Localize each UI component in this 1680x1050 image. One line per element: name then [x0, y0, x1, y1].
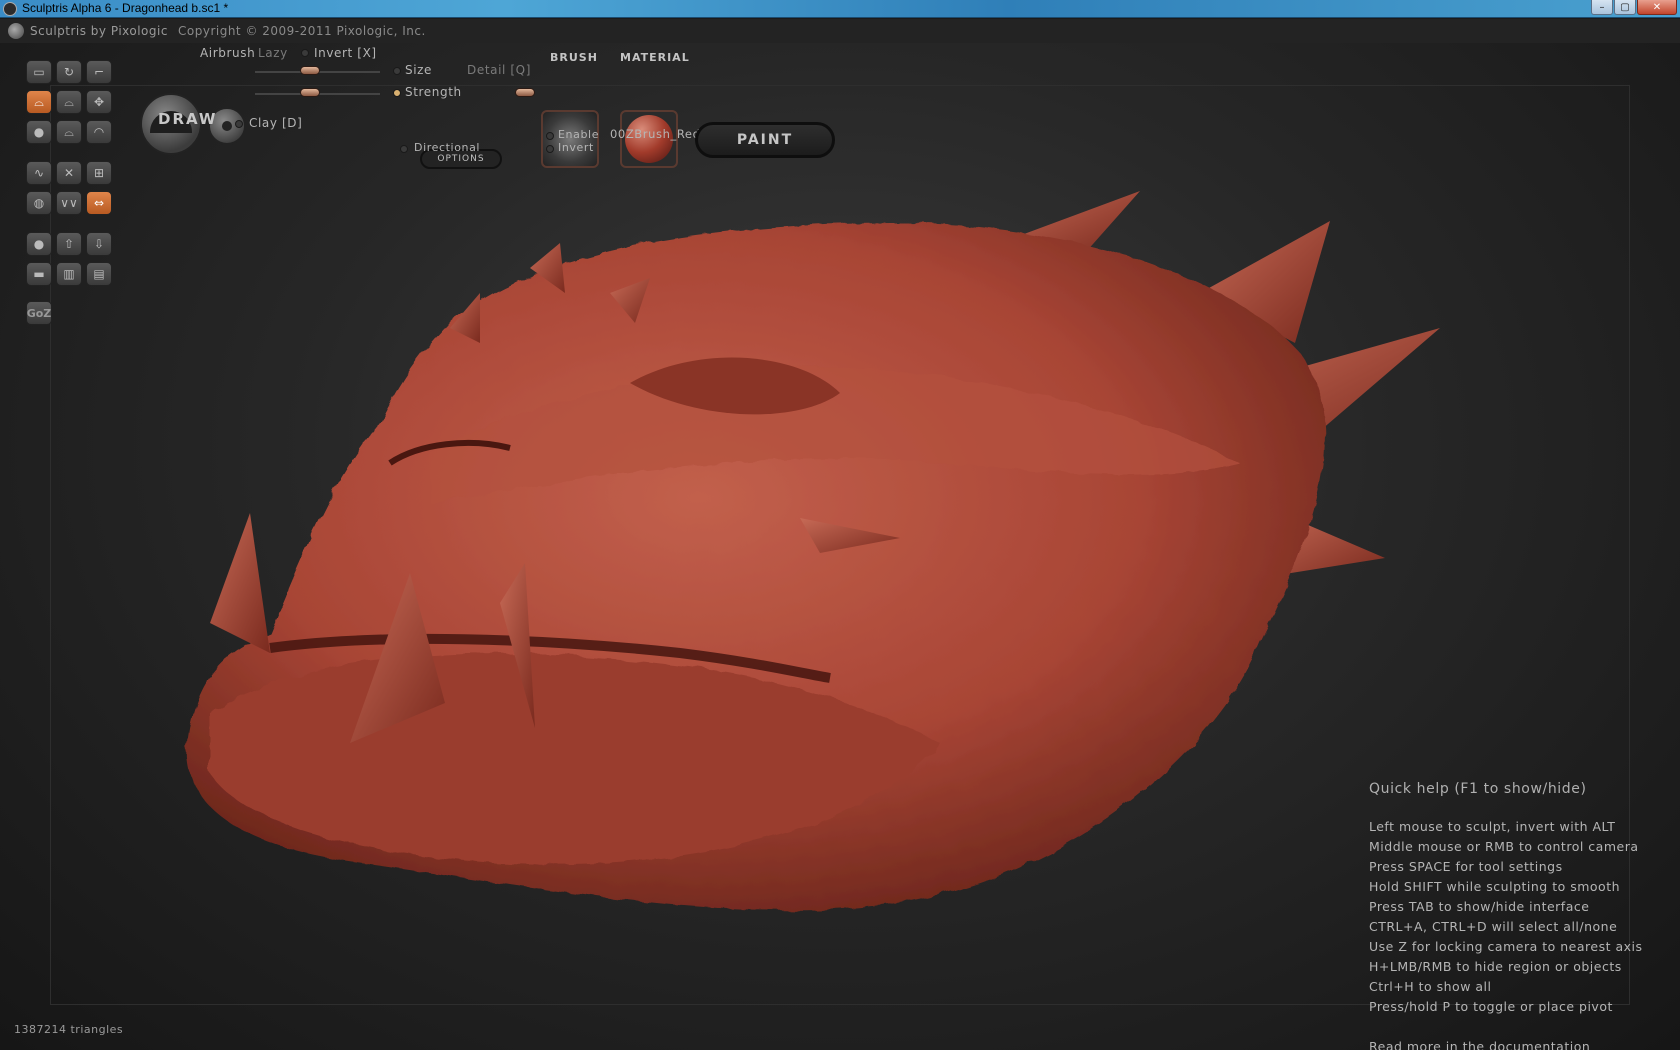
quick-help-line: Middle mouse or RMB to control camera	[1369, 839, 1639, 854]
material-heading: MATERIAL	[620, 51, 690, 64]
brush-invert-radio[interactable]	[546, 145, 554, 153]
clay-label: Clay [D]	[249, 116, 303, 130]
quick-help-title: Quick help (F1 to show/hide)	[1369, 781, 1587, 797]
triangle-count: 1387214 triangles	[14, 1023, 124, 1036]
tool-symmetry-button[interactable]: ∿	[26, 161, 52, 185]
invert-label: Invert [X]	[314, 46, 377, 60]
tool-scale-button[interactable]: ⇔	[86, 191, 112, 215]
quick-help-line: Press/hold P to toggle or place pivot	[1369, 999, 1613, 1014]
quick-help-line: Press SPACE for tool settings	[1369, 859, 1563, 874]
tool-wave-button[interactable]: ◍	[26, 191, 52, 215]
quick-help-line: H+LMB/RMB to hide region or objects	[1369, 959, 1622, 974]
brush-invert-label: Invert	[558, 141, 594, 154]
tool-rotate-button[interactable]: ↻	[56, 60, 82, 84]
pixologic-logo-icon	[8, 23, 24, 39]
invert-radio[interactable]	[301, 49, 309, 57]
tool-save-button[interactable]: ▥	[56, 262, 82, 286]
goz-button[interactable]: GoZ	[26, 301, 52, 325]
tool-draw-button[interactable]: ⌓	[26, 90, 52, 114]
maximize-button[interactable]: ▢	[1614, 0, 1636, 15]
quick-help-line: Left mouse to sculpt, invert with ALT	[1369, 819, 1616, 834]
detail-label: Detail [Q]	[467, 63, 531, 77]
quick-help-line: Press TAB to show/hide interface	[1369, 899, 1590, 914]
detail-slider-knob[interactable]	[515, 88, 535, 97]
size-slider-knob[interactable]	[300, 66, 320, 75]
tool-crop-button[interactable]: ▭	[26, 60, 52, 84]
tool-smooth-button[interactable]: ◠	[86, 120, 112, 144]
tool-pinch-button[interactable]: ●	[26, 120, 52, 144]
tool-load-button[interactable]: ▤	[86, 262, 112, 286]
fang-front	[210, 513, 270, 653]
size-radio[interactable]	[393, 67, 401, 75]
strength-slider-knob[interactable]	[300, 88, 320, 97]
window-titlebar: Sculptris Alpha 6 - Dragonhead b.sc1 * –…	[0, 0, 1680, 18]
dragon-head-model[interactable]	[180, 183, 1500, 983]
directional-label: Directional	[414, 141, 481, 154]
strength-radio[interactable]	[393, 89, 401, 97]
quick-help-line: Hold SHIFT while sculpting to smooth	[1369, 879, 1621, 894]
brush-name: DRAW	[158, 110, 218, 128]
brush-heading: BRUSH	[550, 51, 598, 64]
size-label: Size	[405, 63, 433, 77]
tool-grab-button[interactable]: ✥	[86, 90, 112, 114]
tool-wireframe-button[interactable]: ✕	[56, 161, 82, 185]
app-header: Sculptris by Pixologic Copyright © 2009-…	[0, 19, 1680, 43]
strength-label: Strength	[405, 85, 462, 99]
brand-text: Sculptris by Pixologic	[30, 24, 168, 38]
documentation-link[interactable]: Read more in the documentation	[1369, 1039, 1669, 1050]
sculpt-viewport[interactable]: ▭ ↻ ⌐ ⌓ ⌓ ✥ ● ⌓ ◠ ∿ ✕ ⊞ ◍ ∨∨ ⇔ ● ⇧ ⇩ ▬ ▥…	[0, 43, 1680, 1050]
window-title: Sculptris Alpha 6 - Dragonhead b.sc1 *	[22, 1, 229, 15]
copyright-text: Copyright © 2009-2011 Pixologic, Inc.	[178, 24, 426, 38]
quick-help-line: CTRL+A, CTRL+D will select all/none	[1369, 919, 1618, 934]
sculptris-app-icon	[3, 2, 17, 16]
directional-radio[interactable]	[400, 145, 408, 153]
tool-zigzag-button[interactable]: ∨∨	[56, 191, 82, 215]
tool-flatten-button[interactable]: ⌓	[56, 90, 82, 114]
lazy-toggle[interactable]: Lazy	[258, 46, 288, 60]
tool-inflate-button[interactable]: ⌓	[56, 120, 82, 144]
paint-button[interactable]: PAINT	[695, 122, 835, 158]
brush-enable-radio[interactable]	[546, 132, 554, 140]
clay-radio[interactable]	[235, 120, 243, 128]
minimize-button[interactable]: –	[1591, 0, 1613, 15]
quick-help-line: Ctrl+H to show all	[1369, 979, 1492, 994]
quick-help-line: Use Z for locking camera to nearest axis	[1369, 939, 1643, 954]
brush-enable-label: Enable	[558, 128, 600, 141]
quick-help-panel: Quick help (F1 to show/hide) Left mouse …	[1369, 781, 1669, 1050]
tool-import-obj-button[interactable]: ⇧	[56, 232, 82, 256]
tool-export-obj-button[interactable]: ⇩	[86, 232, 112, 256]
tool-new-plane-button[interactable]: ▬	[26, 262, 52, 286]
tool-crop-frame-button[interactable]: ⌐	[86, 60, 112, 84]
window-controls: – ▢ ✕	[1591, 0, 1677, 16]
airbrush-toggle[interactable]: Airbrush	[200, 46, 255, 60]
tool-grid-button[interactable]: ⊞	[86, 161, 112, 185]
tool-new-sphere-button[interactable]: ●	[26, 232, 52, 256]
close-button[interactable]: ✕	[1637, 0, 1677, 15]
